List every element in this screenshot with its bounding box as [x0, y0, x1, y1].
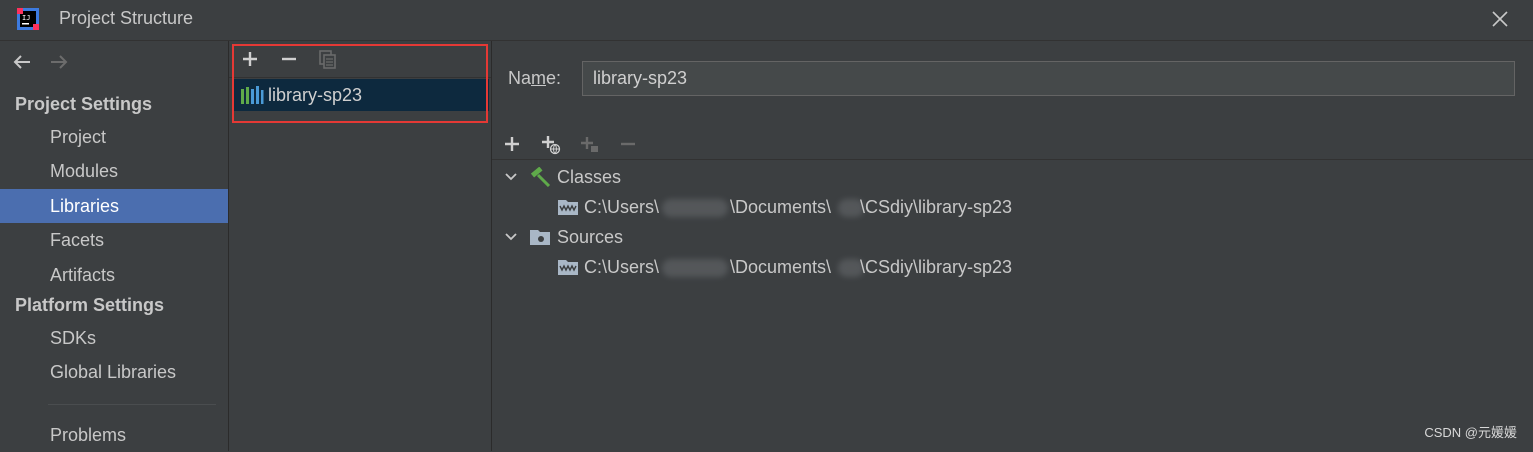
roots-toolbar	[492, 129, 1533, 160]
nav-item-libraries[interactable]: Libraries	[0, 189, 228, 223]
library-list-item[interactable]: library-sp23	[233, 79, 489, 111]
remove-icon[interactable]	[617, 133, 639, 155]
add-jar-icon[interactable]	[578, 133, 600, 155]
nav-item-problems[interactable]: Problems	[0, 418, 228, 452]
nav-item-facets[interactable]: Facets	[0, 223, 228, 257]
tree-leaf-sources-path[interactable]: C:\Users\ \Documents\ \CSdiy\library-sp2…	[492, 253, 1533, 281]
library-detail: Name: Classes C	[492, 41, 1533, 451]
add-icon[interactable]	[240, 49, 260, 69]
chevron-down-icon[interactable]	[504, 230, 518, 244]
path-part-users: C:\Users\	[584, 257, 660, 277]
hammer-icon	[530, 167, 551, 187]
settings-nav: Project Settings Project Modules Librari…	[0, 41, 229, 451]
path-part-documents: \Documents\	[730, 257, 832, 277]
path-part-users: C:\Users\	[584, 197, 660, 217]
nav-item-artifacts[interactable]: Artifacts	[0, 258, 228, 292]
tree-leaf-classes-path[interactable]: C:\Users\ \Documents\ \CSdiy\library-sp2…	[492, 193, 1533, 221]
add-icon[interactable]	[501, 133, 523, 155]
platform-settings-header: Platform Settings	[15, 295, 165, 315]
libraries-pane: library-sp23	[229, 41, 492, 451]
jar-folder-icon	[558, 260, 578, 275]
tree-node-sources[interactable]: Sources	[492, 223, 1533, 251]
library-name: library-sp23	[268, 85, 363, 105]
nav-item-modules[interactable]: Modules	[0, 154, 228, 188]
jar-folder-icon	[558, 200, 578, 215]
copy-icon[interactable]	[318, 49, 338, 69]
back-arrow-icon[interactable]	[10, 51, 34, 73]
forward-arrow-icon[interactable]	[47, 51, 71, 73]
nav-item-global-libraries[interactable]: Global Libraries	[0, 355, 228, 389]
library-icon	[241, 86, 264, 104]
path-part-library: \CSdiy\library-sp23	[860, 197, 1013, 217]
chevron-down-icon[interactable]	[504, 170, 518, 184]
path-part-library: \CSdiy\library-sp23	[860, 257, 1013, 277]
nav-divider	[48, 404, 216, 405]
remove-icon[interactable]	[279, 49, 299, 69]
tree-node-label: Sources	[557, 227, 624, 247]
project-settings-header: Project Settings	[15, 94, 153, 114]
add-with-url-icon[interactable]	[539, 133, 561, 155]
redacted-username	[662, 199, 728, 217]
tree-node-label: Classes	[557, 167, 622, 187]
tree-node-classes[interactable]: Classes	[492, 163, 1533, 191]
intellij-logo-icon: IJ	[17, 8, 39, 30]
folder-icon	[530, 230, 550, 245]
libraries-toolbar	[229, 41, 491, 78]
redacted-username	[662, 259, 728, 277]
name-label: Name:	[508, 68, 562, 88]
nav-item-project[interactable]: Project	[0, 120, 228, 154]
svg-text:IJ: IJ	[22, 14, 30, 22]
title-bar: IJ Project Structure	[0, 0, 1533, 41]
watermark: CSDN @元媛媛	[1424, 425, 1517, 440]
library-name-field[interactable]	[582, 61, 1515, 96]
close-icon[interactable]	[1489, 8, 1511, 30]
nav-item-sdks[interactable]: SDKs	[0, 321, 228, 355]
history-nav	[10, 51, 79, 77]
path-part-documents: \Documents\	[730, 197, 832, 217]
window-title: Project Structure	[59, 8, 194, 28]
